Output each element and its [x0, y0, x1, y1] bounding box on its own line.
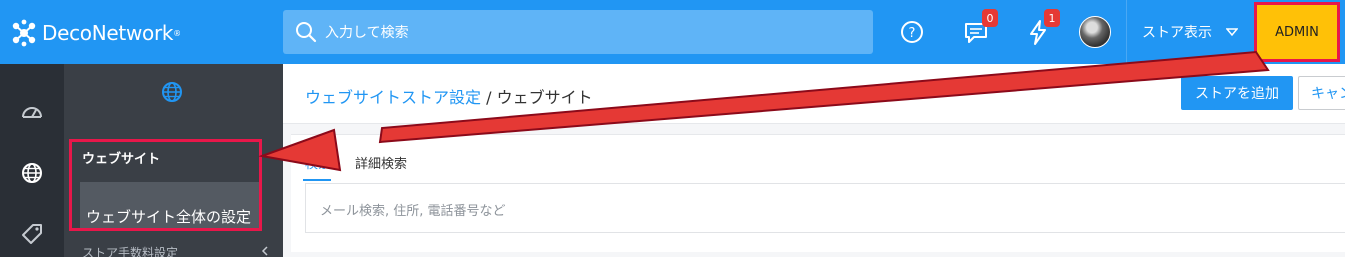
breadcrumb-separator: /: [486, 88, 492, 107]
globe-icon: [162, 82, 182, 102]
admin-button[interactable]: ADMIN: [1254, 2, 1340, 62]
icon-rail: [0, 64, 64, 257]
store-view-label: ストア表示: [1142, 25, 1212, 41]
store-view-dropdown[interactable]: ストア表示: [1142, 22, 1238, 42]
breadcrumb-current: ウェブサイト: [496, 88, 593, 107]
cancel-button[interactable]: キャンセル: [1298, 76, 1345, 110]
global-search-input[interactable]: 入力して検索: [283, 10, 873, 54]
brand-name: DecoNetwork: [42, 21, 174, 45]
active-tab-indicator: [303, 179, 331, 181]
chevron-down-icon: [1226, 28, 1238, 37]
breadcrumb-bar: ウェブサイトストア設定 / ウェブサイト ストアを追加 キャンセル: [283, 64, 1345, 124]
add-store-button[interactable]: ストアを追加: [1181, 76, 1293, 110]
search-icon: [296, 22, 317, 43]
main-content: ウェブサイトストア設定 / ウェブサイト ストアを追加 キャンセル 検索 詳細検…: [283, 64, 1345, 257]
topbar-divider: [1126, 0, 1127, 64]
highlight-box: [69, 139, 262, 231]
chevron-left-icon: [261, 246, 268, 256]
top-bar: DecoNetwork ® 入力して検索 ? 0 1 ストア表示 ADMIN: [0, 0, 1345, 64]
svg-text:?: ?: [909, 26, 916, 41]
messages-count-badge: 0: [982, 9, 998, 27]
logo[interactable]: DecoNetwork ®: [10, 18, 181, 48]
alerts-count-badge: 1: [1044, 9, 1060, 27]
messages-button[interactable]: 0: [963, 9, 998, 46]
brand-reg-mark: ®: [173, 28, 182, 38]
tag-icon[interactable]: [20, 222, 44, 246]
tab-search[interactable]: 検索: [305, 153, 331, 172]
deconetwork-logo-icon: [12, 19, 36, 47]
subnav-item-store-fees[interactable]: ストア手数料設定: [82, 244, 178, 257]
search-card: 検索 詳細検索 メール検索, 住所, 電話番号など: [291, 134, 1345, 252]
breadcrumb: ウェブサイトストア設定 / ウェブサイト: [305, 84, 593, 108]
alerts-button[interactable]: 1: [1025, 9, 1060, 46]
user-avatar[interactable]: [1079, 16, 1111, 48]
question-circle-icon: ?: [901, 21, 923, 43]
tab-advanced-search[interactable]: 詳細検索: [355, 153, 407, 172]
app-window: DecoNetwork ® 入力して検索 ? 0 1 ストア表示 ADMIN ウ…: [0, 0, 1345, 257]
dashboard-icon[interactable]: [20, 100, 44, 124]
customer-search-input[interactable]: メール検索, 住所, 電話番号など: [305, 183, 1345, 233]
search-placeholder: 入力して検索: [325, 25, 409, 41]
breadcrumb-parent-link[interactable]: ウェブサイトストア設定: [305, 88, 481, 107]
help-button[interactable]: ?: [899, 18, 925, 46]
globe-icon[interactable]: [20, 161, 44, 185]
